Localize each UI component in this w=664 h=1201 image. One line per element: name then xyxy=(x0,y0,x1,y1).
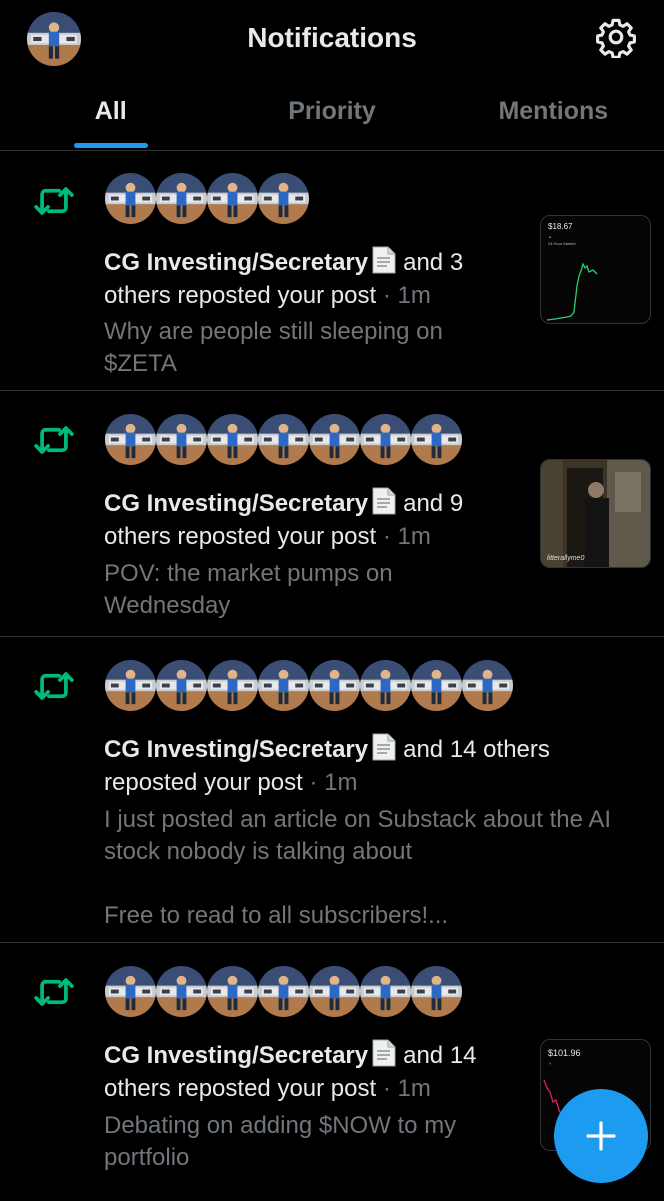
avatar[interactable] xyxy=(411,966,462,1017)
preview-line: I just posted an article on Substack abo… xyxy=(104,806,611,833)
avatar[interactable] xyxy=(309,414,360,465)
avatar[interactable] xyxy=(156,966,207,1017)
notification-text: CG Investing/Secretary and 3 others repos… xyxy=(104,246,524,312)
avatar[interactable] xyxy=(360,414,411,465)
avatar[interactable] xyxy=(105,173,156,224)
chart-change: ▲ xyxy=(548,234,552,239)
action-text: and 3 xyxy=(403,249,464,276)
avatar[interactable] xyxy=(156,660,207,711)
avatar[interactable] xyxy=(156,414,207,465)
actor-name: CG Investing/Secretary xyxy=(104,736,369,763)
repost-icon xyxy=(33,423,75,457)
document-emoji-icon xyxy=(370,733,397,761)
reposter-avatars xyxy=(105,660,513,711)
action-text: others reposted your post xyxy=(104,282,377,309)
timestamp: · 1m xyxy=(382,523,431,550)
page-title: Notifications xyxy=(247,22,417,53)
preview-line: stock nobody is talking about xyxy=(104,838,413,865)
post-preview: I just posted an article on Substack abo… xyxy=(104,804,654,932)
preview-line: Wednesday xyxy=(104,592,231,619)
action-text: others reposted your post xyxy=(104,523,377,550)
timestamp: · 1m xyxy=(382,282,431,309)
tab-priority[interactable]: Priority xyxy=(221,86,442,150)
avatar[interactable] xyxy=(207,660,258,711)
repost-icon xyxy=(33,669,75,703)
post-preview: POV: the market pumps on Wednesday xyxy=(104,558,524,622)
avatar[interactable] xyxy=(207,414,258,465)
preview-line: Free to read to all subscribers!... xyxy=(104,902,449,929)
tab-priority-label: Priority xyxy=(288,97,376,125)
document-emoji-icon xyxy=(370,1039,397,1067)
compose-button[interactable] xyxy=(554,1089,648,1183)
avatar[interactable] xyxy=(360,966,411,1017)
settings-gear-icon[interactable] xyxy=(595,16,637,59)
top-bar: Notifications All Priority Mentions xyxy=(0,0,664,151)
avatar[interactable] xyxy=(462,660,513,711)
active-tab-indicator xyxy=(73,143,148,148)
avatar[interactable] xyxy=(258,660,309,711)
action-text: others reposted your post xyxy=(104,1075,377,1102)
notification-text: CG Investing/Secretary and 14 others repo… xyxy=(104,1039,524,1105)
post-thumbnail-image[interactable]: litterallyme0 xyxy=(540,459,651,568)
tab-mentions[interactable]: Mentions xyxy=(443,86,664,150)
chart-caption: 24 Hour Market xyxy=(548,241,576,246)
avatar[interactable] xyxy=(258,966,309,1017)
avatar[interactable] xyxy=(258,414,309,465)
reposter-avatars xyxy=(105,966,462,1017)
tab-mentions-label: Mentions xyxy=(498,97,609,125)
preview-line: Why are people still sleeping on xyxy=(104,318,443,345)
timestamp: · 1m xyxy=(382,1075,431,1102)
avatar[interactable] xyxy=(105,414,156,465)
avatar[interactable] xyxy=(207,173,258,224)
notification-tabs: All Priority Mentions xyxy=(0,86,664,150)
notification-text: CG Investing/Secretary and 9 others repos… xyxy=(104,487,524,553)
avatar[interactable] xyxy=(411,660,462,711)
avatar[interactable] xyxy=(105,660,156,711)
avatar[interactable] xyxy=(105,966,156,1017)
tab-all[interactable]: All xyxy=(0,86,221,150)
post-thumbnail-chart[interactable]: $18.67 ▲ 24 Hour Market xyxy=(540,215,651,324)
action-text: reposted your post xyxy=(104,769,303,796)
actor-name: CG Investing/Secretary xyxy=(104,249,369,276)
plus-icon xyxy=(586,1121,616,1151)
post-preview: Debating on adding $NOW to my portfolio xyxy=(104,1110,524,1174)
actor-name: CG Investing/Secretary xyxy=(104,490,369,517)
post-preview: Why are people still sleeping on $ZETA xyxy=(104,316,524,380)
preview-line: $ZETA xyxy=(104,350,177,377)
preview-line: Debating on adding $NOW to my xyxy=(104,1112,457,1139)
actor-name: CG Investing/Secretary xyxy=(104,1042,369,1069)
avatar[interactable] xyxy=(207,966,258,1017)
notification-text: CG Investing/Secretary and 14 others repo… xyxy=(104,733,644,799)
chart-price: $101.96 xyxy=(548,1048,581,1058)
timestamp: · 1m xyxy=(309,769,358,796)
action-text: and 9 xyxy=(403,490,464,517)
action-text: and 14 others xyxy=(403,736,550,763)
avatar[interactable] xyxy=(309,966,360,1017)
price-line xyxy=(546,262,598,321)
avatar[interactable] xyxy=(156,173,207,224)
tab-all-label: All xyxy=(94,97,127,125)
reposter-avatars xyxy=(105,173,309,224)
repost-icon xyxy=(33,184,75,218)
chart-price: $18.67 xyxy=(548,222,573,231)
avatar[interactable] xyxy=(360,660,411,711)
notification-list: CG Investing/Secretary and 3 others repos… xyxy=(0,151,664,1201)
action-text: and 14 xyxy=(403,1042,477,1069)
notification-item[interactable]: CG Investing/Secretary and 14 others repo… xyxy=(0,637,664,943)
chart-change: ▼ xyxy=(548,1061,552,1066)
avatar[interactable] xyxy=(411,414,462,465)
notification-item[interactable]: CG Investing/Secretary and 3 others repos… xyxy=(0,151,664,391)
thumbnail-watermark: litterallyme0 xyxy=(547,555,584,562)
document-emoji-icon xyxy=(370,246,397,274)
preview-line: portfolio xyxy=(104,1144,190,1171)
document-emoji-icon xyxy=(370,487,397,515)
notification-item[interactable]: CG Investing/Secretary and 9 others repos… xyxy=(0,391,664,637)
preview-line: POV: the market pumps on xyxy=(104,560,393,587)
repost-icon xyxy=(33,975,75,1009)
avatar[interactable] xyxy=(309,660,360,711)
avatar[interactable] xyxy=(258,173,309,224)
reposter-avatars xyxy=(105,414,462,465)
